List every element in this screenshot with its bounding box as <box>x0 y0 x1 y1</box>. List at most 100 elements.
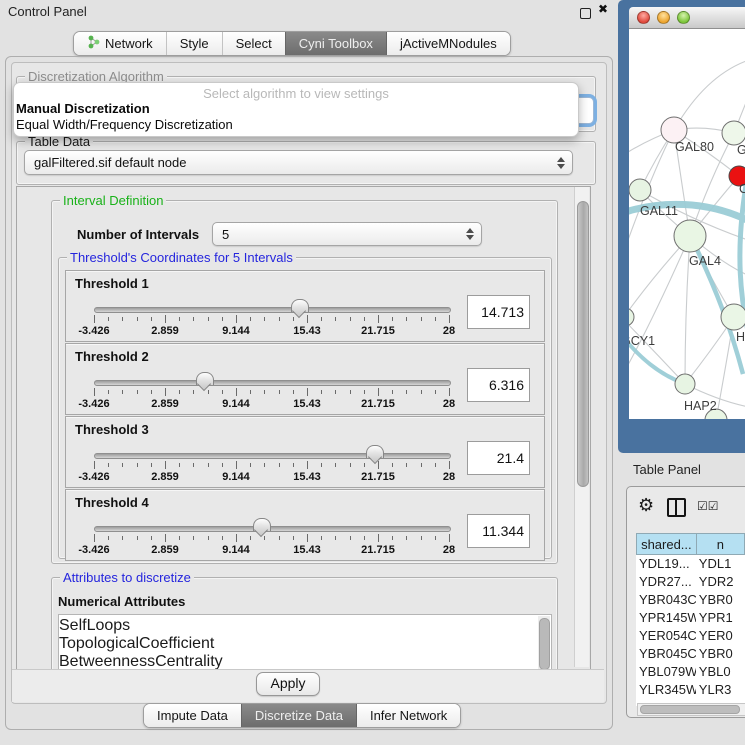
cell-shared-name[interactable]: YBL079W <box>636 663 696 681</box>
cell-name[interactable]: YPR1 <box>696 609 745 627</box>
slider-thumb[interactable] <box>291 299 309 312</box>
tab-label: Select <box>236 36 272 51</box>
threshold-value-box[interactable]: 11.344 <box>467 514 530 548</box>
tab-network[interactable]: Network <box>74 32 166 55</box>
attribute-item[interactable]: SelfLoops <box>59 617 551 635</box>
threshold-value-box[interactable]: 21.4 <box>467 441 530 475</box>
slider-track[interactable] <box>94 453 451 459</box>
close-red-icon[interactable] <box>637 11 650 24</box>
attribute-item[interactable]: TopologicalCoefficient <box>59 635 551 653</box>
gear-icon[interactable]: ⚙ <box>638 495 654 515</box>
cell-shared-name[interactable]: YER054C <box>636 627 696 645</box>
node-hap2[interactable] <box>675 374 695 394</box>
screen: Control Panel ✖ NetworkStyleSelectCyni T… <box>0 0 745 745</box>
slider-tick-labels: -3.4262.8599.14415.4321.71528 <box>94 544 449 556</box>
table-row[interactable]: YPR145WYPR1 <box>636 609 745 627</box>
zoom-green-icon[interactable] <box>677 11 690 24</box>
cell-name[interactable]: YBR0 <box>696 591 745 609</box>
dropdown-option-manual[interactable]: Manual Discretization <box>16 101 150 116</box>
node-label: GAL80 <box>675 140 714 154</box>
threshold-slider[interactable]: -3.4262.8599.14415.4321.71528 <box>94 299 449 337</box>
table-header-row[interactable]: shared... n <box>636 533 745 555</box>
cell-shared-name[interactable]: YBR043C <box>636 591 696 609</box>
node-gal11[interactable] <box>629 179 651 201</box>
tab-jactivemnodules[interactable]: jActiveMNodules <box>386 32 510 55</box>
cell-shared-name[interactable]: YLR345W <box>636 681 696 699</box>
cell-shared-name[interactable]: YDL19... <box>636 555 696 573</box>
dropdown-option-equalwidth[interactable]: Equal Width/Frequency Discretization <box>16 117 233 132</box>
node-label: H <box>736 330 745 344</box>
cell-name[interactable]: YBR0 <box>696 645 745 663</box>
apply-button[interactable]: Apply <box>256 672 320 696</box>
table-data-combo-value: galFiltered.sif default node <box>34 151 572 174</box>
table-row[interactable]: YBL079WYBL0 <box>636 663 745 681</box>
slider-thumb[interactable] <box>253 518 271 531</box>
cell-name[interactable]: YLR3 <box>696 681 745 699</box>
threshold-slider[interactable]: -3.4262.8599.14415.4321.71528 <box>94 372 449 410</box>
slider-thumb[interactable] <box>196 372 214 385</box>
minimize-yellow-icon[interactable] <box>657 11 670 24</box>
slider-track[interactable] <box>94 526 451 532</box>
node-label: GAL11 <box>640 204 678 218</box>
threshold-panel: Threshold 4 -3.4262.8599.14415.4321.7152… <box>65 489 545 561</box>
tab-infer-network[interactable]: Infer Network <box>356 704 460 727</box>
table-hscrollbar[interactable] <box>637 703 745 716</box>
cell-shared-name[interactable]: YBR045C <box>636 645 696 663</box>
node-partial-right[interactable] <box>721 304 745 330</box>
attribute-item[interactable]: BetweennessCentrality <box>59 653 551 670</box>
cell-shared-name[interactable]: YDR27... <box>636 573 696 591</box>
number-of-intervals-combo[interactable]: 5 <box>212 222 482 246</box>
cell-name[interactable]: YDL1 <box>696 555 745 573</box>
node-label: HAP2 <box>684 399 717 413</box>
settings-scrollbar[interactable] <box>574 187 589 667</box>
columns-icon[interactable] <box>667 498 686 517</box>
attributes-groupbox: Attributes to discretize Numerical Attri… <box>51 577 558 670</box>
network-graph: GAL80 G C GAL11 GAL4 GCY1 H HAP2 <box>629 29 745 419</box>
float-window-icon[interactable] <box>580 8 591 19</box>
checkboxes-icon[interactable]: ☑☑ <box>697 499 719 513</box>
slider-track[interactable] <box>94 380 451 386</box>
table-row[interactable]: YBR045CYBR0 <box>636 645 745 663</box>
scrollbar-thumb[interactable] <box>577 201 589 487</box>
node-gcy1[interactable] <box>629 308 634 326</box>
threshold-value-box[interactable]: 6.316 <box>467 368 530 402</box>
threshold-slider[interactable]: -3.4262.8599.14415.4321.71528 <box>94 445 449 483</box>
table-row[interactable]: YLR345WYLR3 <box>636 681 745 699</box>
table-data-combo[interactable]: galFiltered.sif default node <box>24 150 573 175</box>
node-table[interactable]: shared... n YDL19...YDL1YDR27...YDR2YBR0… <box>636 533 745 706</box>
attributes-list-scrollbar[interactable] <box>538 616 550 670</box>
cell-name[interactable]: YDR2 <box>696 573 745 591</box>
slider-ticks <box>94 534 449 543</box>
threshold-panel: Threshold 2 -3.4262.8599.14415.4321.7152… <box>65 343 545 415</box>
tab-impute-data[interactable]: Impute Data <box>144 704 241 727</box>
threshold-value-box[interactable]: 14.713 <box>467 295 530 329</box>
threshold-slider[interactable]: -3.4262.8599.14415.4321.71528 <box>94 518 449 556</box>
table-row[interactable]: YER054CYER0 <box>636 627 745 645</box>
node-gal4[interactable] <box>674 220 706 252</box>
attributes-list[interactable]: SelfLoopsTopologicalCoefficientBetweenne… <box>58 614 552 670</box>
slider-track[interactable] <box>94 307 451 313</box>
table-row[interactable]: YDR27...YDR2 <box>636 573 745 591</box>
tab-select[interactable]: Select <box>222 32 285 55</box>
slider-thumb[interactable] <box>366 445 384 458</box>
column-header-name[interactable]: n <box>696 533 745 555</box>
slider-ticks <box>94 461 449 470</box>
network-window-titlebar[interactable] <box>629 7 745 29</box>
hscrollbar-thumb[interactable] <box>640 705 740 714</box>
table-row[interactable]: YDL19...YDL1 <box>636 555 745 573</box>
node-partial-top[interactable] <box>722 121 745 145</box>
close-icon[interactable]: ✖ <box>598 2 608 16</box>
column-header-shared[interactable]: shared... <box>636 533 696 555</box>
cell-name[interactable]: YER0 <box>696 627 745 645</box>
cell-name[interactable]: YBL0 <box>696 663 745 681</box>
cell-shared-name[interactable]: YPR145W <box>636 609 696 627</box>
tab-cyni-toolbox[interactable]: Cyni Toolbox <box>285 32 386 55</box>
tab-discretize-data[interactable]: Discretize Data <box>241 704 356 727</box>
thresholds-group-title: Threshold's Coordinates for 5 Intervals <box>67 250 296 265</box>
table-row[interactable]: YBR043CYBR0 <box>636 591 745 609</box>
tab-label: jActiveMNodules <box>400 36 497 51</box>
combo-stepper-icon <box>466 228 474 240</box>
network-canvas[interactable]: GAL80 G C GAL11 GAL4 GCY1 H HAP2 <box>629 29 745 419</box>
thresholds-groupbox: Threshold's Coordinates for 5 Intervals … <box>58 257 552 559</box>
tab-style[interactable]: Style <box>166 32 222 55</box>
